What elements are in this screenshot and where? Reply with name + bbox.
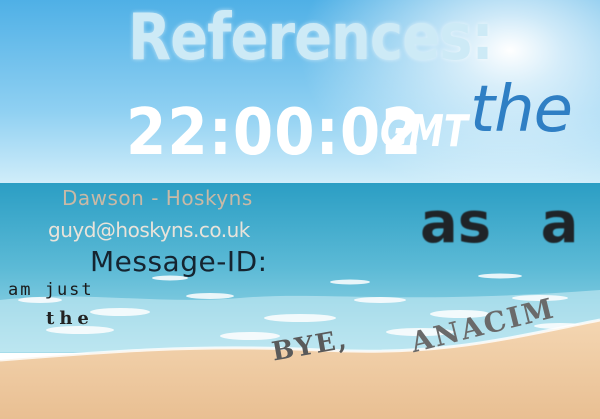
references-heading: References: [128,0,494,75]
sender-name: Dawson - Hoskyns [62,186,253,210]
time-text: 22:00:02 [126,94,423,170]
as-a-text: as a [420,191,579,256]
timezone-text: GMT [380,106,468,157]
am-just-text: am just [8,280,94,300]
the-large-text: the [470,73,573,147]
beach-scene: References: 22:00:02 GMT the Dawson - Ho… [0,0,600,419]
the-small-text: the [46,308,94,329]
sender-email: guyd@hoskyns.co.uk [48,218,250,242]
message-id-label: Message-ID: [90,245,268,278]
